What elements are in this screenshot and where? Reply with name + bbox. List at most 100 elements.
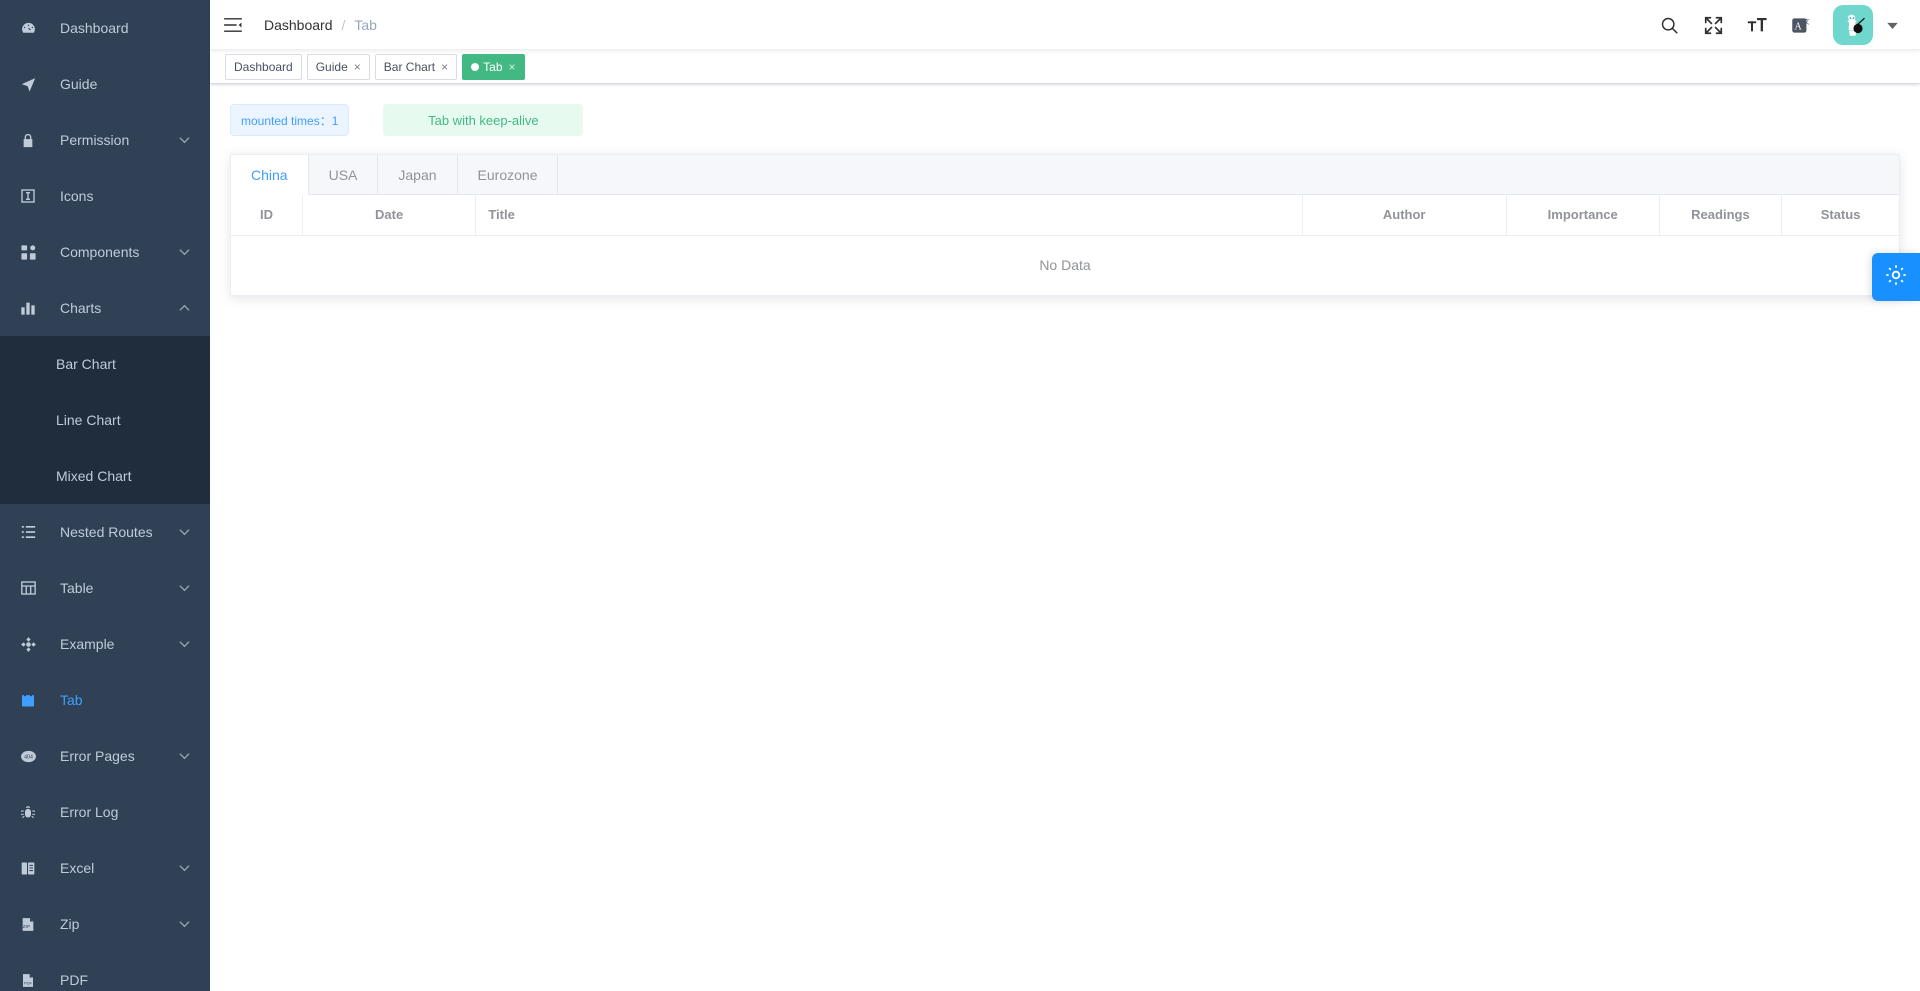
sidebar-item-label: Error Pages [60,748,135,764]
inner-tabs: China USA Japan Eurozone [231,155,1899,195]
sidebar-item-excel[interactable]: Excel [0,840,210,896]
sidebar-item-label: Nested Routes [60,524,153,540]
close-icon[interactable]: × [509,61,516,73]
column-header-title[interactable]: Title [475,195,1303,236]
inner-tab-label: Japan [398,166,437,183]
sidebar-item-charts[interactable]: Charts [0,280,210,336]
svg-text:404: 404 [24,754,33,760]
column-header-readings[interactable]: Readings [1659,195,1783,236]
sidebar-item-label: Excel [60,860,95,876]
sidebar-item-label: PDF [60,972,88,988]
error-404-icon: 404 [20,747,44,765]
sidebar: Dashboard Guide Permission Icons Compone… [0,0,210,991]
avatar-menu[interactable] [1833,5,1898,45]
sidebar-subitem-line-chart[interactable]: Line Chart [0,392,210,448]
tab-japan[interactable]: Japan [378,155,458,194]
tab-china[interactable]: China [231,155,309,195]
sidebar-item-nested-routes[interactable]: Nested Routes [0,504,210,560]
column-header-status[interactable]: Status [1781,195,1899,236]
sidebar-item-label: Example [60,636,115,652]
sidebar-item-icons[interactable]: Icons [0,168,210,224]
sidebar-subitem-label: Line Chart [56,412,121,428]
sidebar-item-tab[interactable]: Tab [0,672,210,728]
app-main: mounted times：1 Tab with keep-alive Chin… [210,84,1920,317]
articles-table: ID Date Title Author Importance Readings… [231,195,1899,296]
search-icon[interactable] [1647,0,1691,50]
tag-item-bar-chart[interactable]: Bar Chart × [374,53,458,80]
sidebar-item-table[interactable]: Table [0,560,210,616]
pdf-icon: PDF [20,971,44,989]
zip-icon: ZIP [20,915,44,933]
tab-icon [20,691,44,709]
active-tag-dot [471,62,480,71]
excel-icon [20,859,44,877]
settings-panel-handle[interactable] [1872,253,1920,301]
lock-icon [20,131,44,149]
sidebar-item-label: Guide [60,76,98,92]
breadcrumb: Dashboard / Tab [264,17,377,33]
breadcrumb-root[interactable]: Dashboard [264,17,333,33]
tag-label: Guide [315,59,348,74]
svg-text:ZIP: ZIP [23,923,30,928]
chevron-down-icon [176,748,192,764]
chevron-up-icon [176,300,192,316]
sidebar-item-permission[interactable]: Permission [0,112,210,168]
sidebar-item-label: Table [60,580,94,596]
main-container: Dashboard / Tab A 文 Dashboard Guide × Ba… [210,0,1920,991]
tags-view: Dashboard Guide × Bar Chart × Tab × [210,50,1920,84]
caret-down-icon[interactable] [1887,16,1898,34]
nested-routes-icon [20,523,44,541]
content-card: China USA Japan Eurozone ID Date Title A… [230,154,1900,297]
hamburger-icon[interactable] [210,0,256,50]
tag-item-guide[interactable]: Guide × [306,53,370,80]
close-icon[interactable]: × [354,61,361,73]
table-empty-row: No Data [231,235,1899,296]
navbar-right: A 文 [1647,0,1920,50]
sidebar-subitem-bar-chart[interactable]: Bar Chart [0,336,210,392]
sidebar-item-label: Dashboard [60,20,129,36]
tag-label: Dashboard [234,59,293,74]
fullscreen-icon[interactable] [1691,0,1735,50]
chevron-down-icon [176,132,192,148]
sidebar-item-guide[interactable]: Guide [0,56,210,112]
table-head: ID Date Title Author Importance Readings… [231,195,1899,236]
sidebar-item-pdf[interactable]: PDF PDF [0,952,210,991]
bug-icon [20,803,44,821]
column-header-date[interactable]: Date [302,195,477,236]
column-header-importance[interactable]: Importance [1506,195,1660,236]
tag-item-tab[interactable]: Tab × [462,53,525,80]
column-header-id[interactable]: ID [231,195,303,236]
font-size-icon[interactable] [1735,0,1779,50]
inner-tab-label: USA [328,166,358,183]
sidebar-item-label: Zip [60,916,80,932]
dashboard-icon [20,19,44,37]
sidebar-item-zip[interactable]: ZIP Zip [0,896,210,952]
chevron-down-icon [176,636,192,652]
sidebar-item-error-pages[interactable]: 404 Error Pages [0,728,210,784]
svg-text:PDF: PDF [24,980,33,985]
column-header-author[interactable]: Author [1302,195,1507,236]
mounted-times-badge: mounted times：1 [230,104,350,136]
tag-item-dashboard[interactable]: Dashboard [225,53,302,80]
sidebar-subitem-mixed-chart[interactable]: Mixed Chart [0,448,210,504]
close-icon[interactable]: × [441,61,448,73]
sidebar-item-components[interactable]: Components [0,224,210,280]
navbar: Dashboard / Tab A 文 [210,0,1920,50]
tab-eurozone[interactable]: Eurozone [458,155,559,194]
guide-icon [20,75,44,93]
sidebar-item-example[interactable]: Example [0,616,210,672]
svg-text:A: A [1794,21,1802,32]
sidebar-item-label: Icons [60,188,94,204]
gear-icon [1884,263,1908,292]
keep-alive-badge: Tab with keep-alive [383,104,584,136]
status-row: mounted times：1 Tab with keep-alive [230,104,1900,136]
translate-icon[interactable]: A 文 [1779,0,1823,50]
sidebar-item-dashboard[interactable]: Dashboard [0,0,210,56]
inner-tab-label: Eurozone [477,166,538,183]
sidebar-item-label: Charts [60,300,102,316]
chevron-down-icon [176,916,192,932]
sidebar-item-error-log[interactable]: Error Log [0,784,210,840]
tab-usa[interactable]: USA [309,155,379,194]
avatar[interactable] [1833,5,1873,45]
inner-tab-label: China [251,166,288,183]
